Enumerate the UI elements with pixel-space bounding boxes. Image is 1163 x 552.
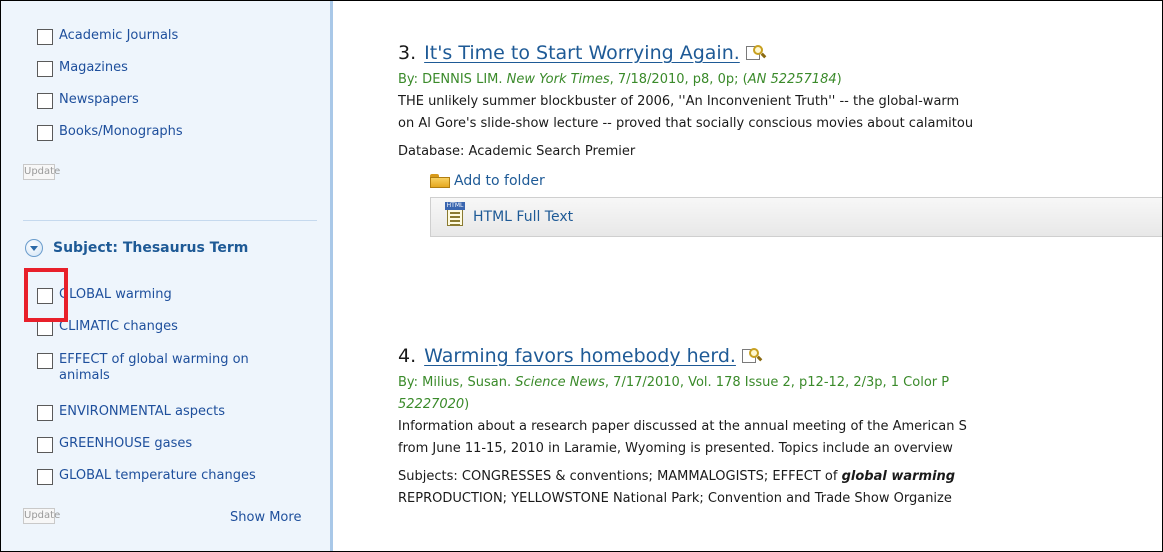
facet-label: ENVIRONMENTAL aspects xyxy=(59,404,226,419)
facet-item-effect-of-global-warming[interactable]: EFFECT of global warming on animals xyxy=(37,351,297,384)
result-title-row: 3. It's Time to Start Worrying Again. xyxy=(398,40,1162,66)
chevron-down-icon[interactable] xyxy=(25,239,43,257)
facet-label: Magazines xyxy=(59,60,128,75)
result-title-link[interactable]: Warming favors homebody herd. xyxy=(424,345,736,367)
citation-details: , 7/18/2010, p8, 0p; ( xyxy=(609,72,748,87)
abstract-line: THE unlikely summer blockbuster of 2006,… xyxy=(398,94,960,109)
abstract-line: Information about a research paper discu… xyxy=(398,419,967,434)
update-button[interactable]: Update xyxy=(23,508,60,524)
facet-label: GREENHOUSE gases xyxy=(59,436,193,451)
html-full-text-link[interactable]: HTML HTML Full Text xyxy=(430,197,1162,237)
facet-item-magazines[interactable]: Magazines xyxy=(37,59,128,77)
result-item: 4. Warming favors homebody herd. By: Mil… xyxy=(398,343,1162,510)
checkbox[interactable] xyxy=(37,29,53,45)
facet-item-academic-journals[interactable]: Academic Journals xyxy=(37,27,178,45)
subjects-highlight: global warming xyxy=(841,469,956,484)
facet-label: GLOBAL temperature changes xyxy=(59,468,256,483)
abstract-line: on Al Gore's slide-show lecture -- prove… xyxy=(398,116,974,131)
result-title-link[interactable]: It's Time to Start Worrying Again. xyxy=(424,42,740,64)
preview-magnifier-icon[interactable] xyxy=(741,348,763,364)
facet-sidebar: Academic Journals Magazines Newspapers B… xyxy=(1,1,333,551)
facet-item-climatic-changes[interactable]: CLIMATIC changes xyxy=(37,318,178,336)
result-item: 3. It's Time to Start Worrying Again. By… xyxy=(398,40,1162,237)
checkbox[interactable] xyxy=(37,437,53,453)
checkbox[interactable] xyxy=(37,469,53,485)
citation-author: By: DENNIS LIM. xyxy=(398,72,507,87)
citation: By: Milius, Susan. Science News, 7/17/20… xyxy=(398,372,1162,394)
facet-item-environmental-aspects[interactable]: ENVIRONMENTAL aspects xyxy=(37,403,225,421)
facet-item-global-warming[interactable]: GLOBAL warming xyxy=(37,286,172,304)
facet-item-greenhouse-gases[interactable]: GREENHOUSE gases xyxy=(37,435,192,453)
checkbox[interactable] xyxy=(37,405,53,421)
citation-continued: 52227020) xyxy=(398,394,1162,416)
result-number: 4. xyxy=(398,345,417,367)
facet-heading-label: Subject: Thesaurus Term xyxy=(53,240,249,256)
result-title-row: 4. Warming favors homebody herd. xyxy=(398,343,1162,369)
citation-accession: 52227020 xyxy=(398,397,465,412)
abstract-line: from June 11-15, 2010 in Laramie, Wyomin… xyxy=(398,441,953,456)
checkbox[interactable] xyxy=(37,320,53,336)
citation: By: DENNIS LIM. New York Times, 7/18/201… xyxy=(398,69,1162,91)
checkbox[interactable] xyxy=(37,93,53,109)
citation-close: ) xyxy=(464,397,470,412)
checkbox[interactable] xyxy=(37,353,53,369)
subjects-text: Subjects: CONGRESSES & conventions; MAMM… xyxy=(398,469,842,484)
checkbox[interactable] xyxy=(37,125,53,141)
facet-label: EFFECT of global warming on animals xyxy=(59,352,249,383)
update-button[interactable]: Update xyxy=(23,164,60,180)
facet-label: CLIMATIC changes xyxy=(59,319,178,334)
citation-close: ) xyxy=(836,72,842,87)
checkbox[interactable] xyxy=(37,288,53,304)
result-number: 3. xyxy=(398,42,417,64)
facet-item-global-temperature-changes[interactable]: GLOBAL temperature changes xyxy=(37,467,256,485)
citation-details: , 7/17/2010, Vol. 178 Issue 2, p12-12, 2… xyxy=(604,375,950,390)
add-to-folder-label: Add to folder xyxy=(454,173,545,189)
facet-label: Newspapers xyxy=(59,92,139,107)
database-label: Database: Academic Search Premier xyxy=(398,144,636,159)
citation-source[interactable]: New York Times xyxy=(507,72,610,87)
html-icon-tag: HTML xyxy=(445,202,465,210)
results-list: 3. It's Time to Start Worrying Again. By… xyxy=(334,1,1162,551)
facet-label: Books/Monographs xyxy=(59,124,183,139)
citation-source[interactable]: Science News xyxy=(515,375,605,390)
add-to-folder-link[interactable]: Add to folder xyxy=(430,173,1162,189)
facet-item-newspapers[interactable]: Newspapers xyxy=(37,91,139,109)
html-full-text-label: HTML Full Text xyxy=(473,209,574,225)
facet-label: GLOBAL warming xyxy=(59,287,172,302)
citation-author: By: Milius, Susan. xyxy=(398,375,516,390)
preview-magnifier-icon[interactable] xyxy=(745,45,767,61)
facet-item-books-monographs[interactable]: Books/Monographs xyxy=(37,123,183,141)
citation-accession: AN 52257184 xyxy=(747,72,837,87)
divider xyxy=(23,220,317,221)
page-frame: Academic Journals Magazines Newspapers B… xyxy=(0,0,1163,552)
facet-label: Academic Journals xyxy=(59,28,179,43)
subjects-line: Subjects: CONGRESSES & conventions; MAMM… xyxy=(398,466,1162,488)
checkbox[interactable] xyxy=(37,61,53,77)
subject-facet-heading[interactable]: Subject: Thesaurus Term xyxy=(25,239,248,257)
folder-icon xyxy=(430,174,452,188)
subjects-line: REPRODUCTION; YELLOWSTONE National Park;… xyxy=(398,491,952,506)
show-more-link[interactable]: Show More xyxy=(230,510,301,525)
html-document-icon: HTML xyxy=(445,202,465,226)
